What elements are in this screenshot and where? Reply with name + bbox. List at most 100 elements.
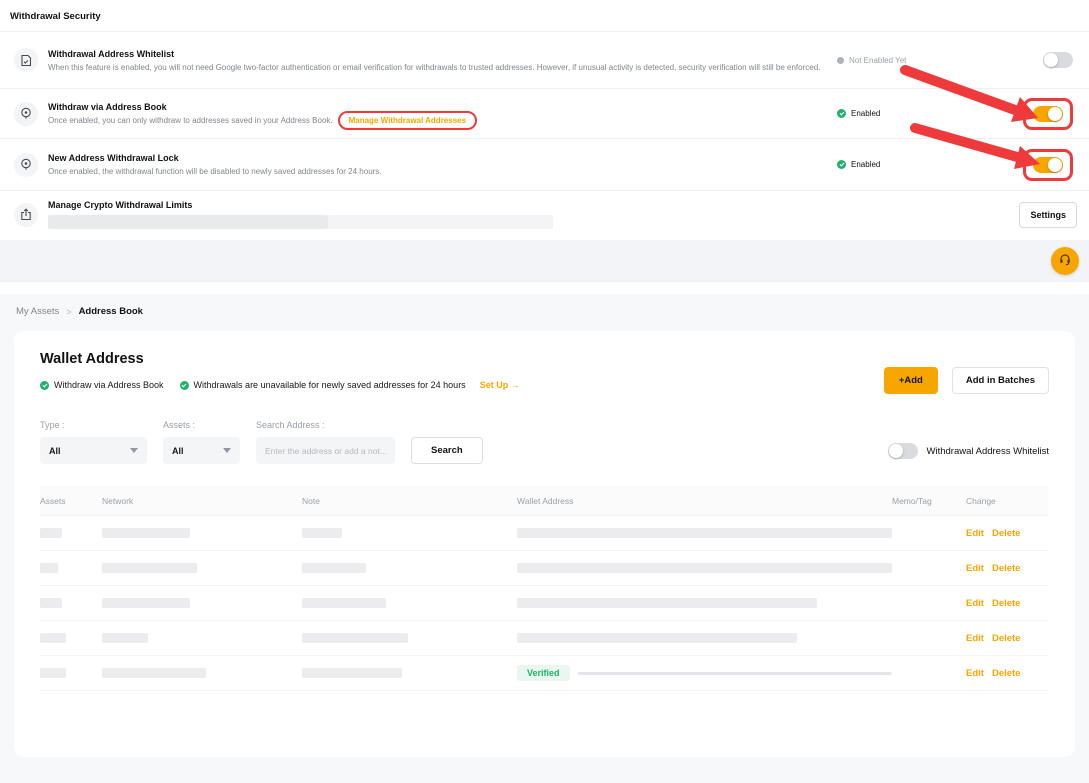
header-memo-tag: Memo/Tag: [892, 496, 966, 506]
search-address-input[interactable]: [256, 437, 395, 464]
withdrawal-security-section: Withdrawal Security Withdrawal Address W…: [0, 0, 1089, 240]
status-badge: Not Enabled Yet: [837, 56, 987, 65]
redacted-wallet-address: [578, 672, 892, 675]
check-item-24h-lock: Withdrawals are unavailable for newly sa…: [180, 380, 466, 390]
table-row: Edit Delete: [40, 551, 1049, 586]
security-row-withdrawal-limits: Manage Crypto Withdrawal Limits Settings: [0, 191, 1089, 238]
section-title: Withdrawal Security: [0, 0, 1089, 32]
redacted-assets: [40, 563, 58, 573]
manage-withdrawal-addresses-link[interactable]: Manage Withdrawal Addresses: [349, 116, 466, 125]
edit-link[interactable]: Edit: [966, 563, 984, 574]
header-note: Note: [302, 496, 517, 506]
address-book-page: My Assets > Address Book Wallet Address …: [0, 294, 1089, 783]
header-change: Change: [966, 496, 1049, 506]
support-button[interactable]: [1051, 247, 1079, 275]
check-circle-icon: [837, 160, 846, 169]
breadcrumb-my-assets[interactable]: My Assets: [16, 306, 59, 317]
security-row-address-book: Withdraw via Address Book Once enabled, …: [0, 89, 1089, 139]
redacted-assets: [40, 668, 66, 678]
check-item-address-book: Withdraw via Address Book: [40, 380, 164, 390]
status-badge: Enabled: [837, 109, 987, 118]
add-in-batches-button[interactable]: Add in Batches: [952, 367, 1049, 394]
redacted-note: [302, 598, 386, 608]
annotation-highlight-box: [1023, 98, 1073, 130]
address-pin-icon: [14, 153, 38, 177]
table-row: Edit Delete: [40, 516, 1049, 551]
redacted-network: [102, 598, 190, 608]
wallet-address-card: Wallet Address Withdraw via Address Book…: [14, 331, 1075, 757]
redacted-network: [102, 528, 190, 538]
redacted-note: [302, 528, 342, 538]
delete-link[interactable]: Delete: [992, 563, 1021, 574]
breadcrumb-current: Address Book: [79, 306, 143, 317]
add-button[interactable]: +Add: [884, 367, 938, 394]
table-row: Edit Delete: [40, 621, 1049, 656]
check-circle-icon: [837, 109, 846, 118]
breadcrumb-separator: >: [66, 307, 71, 317]
table-header: Assets Network Note Wallet Address Memo/…: [40, 486, 1049, 516]
breadcrumb: My Assets > Address Book: [14, 306, 1075, 317]
edit-link[interactable]: Edit: [966, 668, 984, 679]
assets-label: Assets :: [163, 420, 240, 430]
verified-badge: Verified: [517, 665, 570, 681]
header-assets: Assets: [40, 496, 102, 506]
header-network: Network: [102, 496, 302, 506]
whitelist-toggle[interactable]: [1043, 52, 1073, 68]
withdrawal-limit-icon: [14, 203, 38, 227]
row-description: When this feature is enabled, you will n…: [48, 63, 820, 72]
redacted-network: [102, 563, 197, 573]
whitelist-document-icon: [14, 48, 38, 72]
assets-select[interactable]: All: [163, 437, 240, 464]
status-badge: Enabled: [837, 160, 987, 169]
divider-band: [0, 240, 1089, 282]
security-row-whitelist: Withdrawal Address Whitelist When this f…: [0, 32, 1089, 89]
edit-link[interactable]: Edit: [966, 528, 984, 539]
delete-link[interactable]: Delete: [992, 528, 1021, 539]
settings-button[interactable]: Settings: [1019, 202, 1077, 228]
redacted-network: [102, 633, 148, 643]
redacted-wallet-address: [517, 563, 892, 573]
spacer: [0, 282, 1089, 294]
address-book-toggle[interactable]: [1033, 106, 1063, 122]
row-title: Withdrawal Address Whitelist: [48, 49, 837, 59]
whitelist-filter-toggle[interactable]: [888, 443, 918, 459]
row-title: Manage Crypto Withdrawal Limits: [48, 200, 1019, 210]
redacted-note: [302, 668, 402, 678]
chevron-down-icon: [223, 448, 231, 453]
check-circle-icon: [40, 381, 49, 390]
security-row-new-address-lock: New Address Withdrawal Lock Once enabled…: [0, 139, 1089, 191]
redacted-network: [102, 668, 206, 678]
headset-icon: [1058, 252, 1072, 271]
search-button[interactable]: Search: [411, 437, 483, 464]
delete-link[interactable]: Delete: [992, 668, 1021, 679]
redacted-note: [302, 633, 408, 643]
type-label: Type :: [40, 420, 147, 430]
check-circle-icon: [180, 381, 189, 390]
status-dot-icon: [837, 57, 844, 64]
delete-link[interactable]: Delete: [992, 633, 1021, 644]
row-description: Once enabled, you can only withdraw to a…: [48, 116, 333, 125]
type-select[interactable]: All: [40, 437, 147, 464]
redacted-wallet-address: [517, 528, 892, 538]
delete-link[interactable]: Delete: [992, 598, 1021, 609]
redacted-wallet-address: [517, 598, 817, 608]
address-pin-icon: [14, 102, 38, 126]
new-address-lock-toggle[interactable]: [1033, 157, 1063, 173]
table-row: Edit Delete: [40, 586, 1049, 621]
redacted-note: [302, 563, 366, 573]
whitelist-toggle-label: Withdrawal Address Whitelist: [927, 446, 1049, 457]
row-title: New Address Withdrawal Lock: [48, 153, 837, 163]
redacted-assets: [40, 633, 66, 643]
edit-link[interactable]: Edit: [966, 598, 984, 609]
header-wallet-address: Wallet Address: [517, 496, 892, 506]
chevron-down-icon: [130, 448, 138, 453]
filter-bar: Type : All Assets : All Search Address :…: [40, 420, 1049, 464]
set-up-link[interactable]: Set Up →: [480, 380, 520, 390]
edit-link[interactable]: Edit: [966, 633, 984, 644]
table-row: Verified Edit Delete: [40, 656, 1049, 691]
redacted-assets: [40, 598, 62, 608]
annotation-highlight-box: [1023, 149, 1073, 181]
redacted-assets: [40, 528, 62, 538]
page-title: Wallet Address: [40, 351, 520, 367]
annotation-highlight-box: Manage Withdrawal Addresses: [338, 111, 477, 130]
